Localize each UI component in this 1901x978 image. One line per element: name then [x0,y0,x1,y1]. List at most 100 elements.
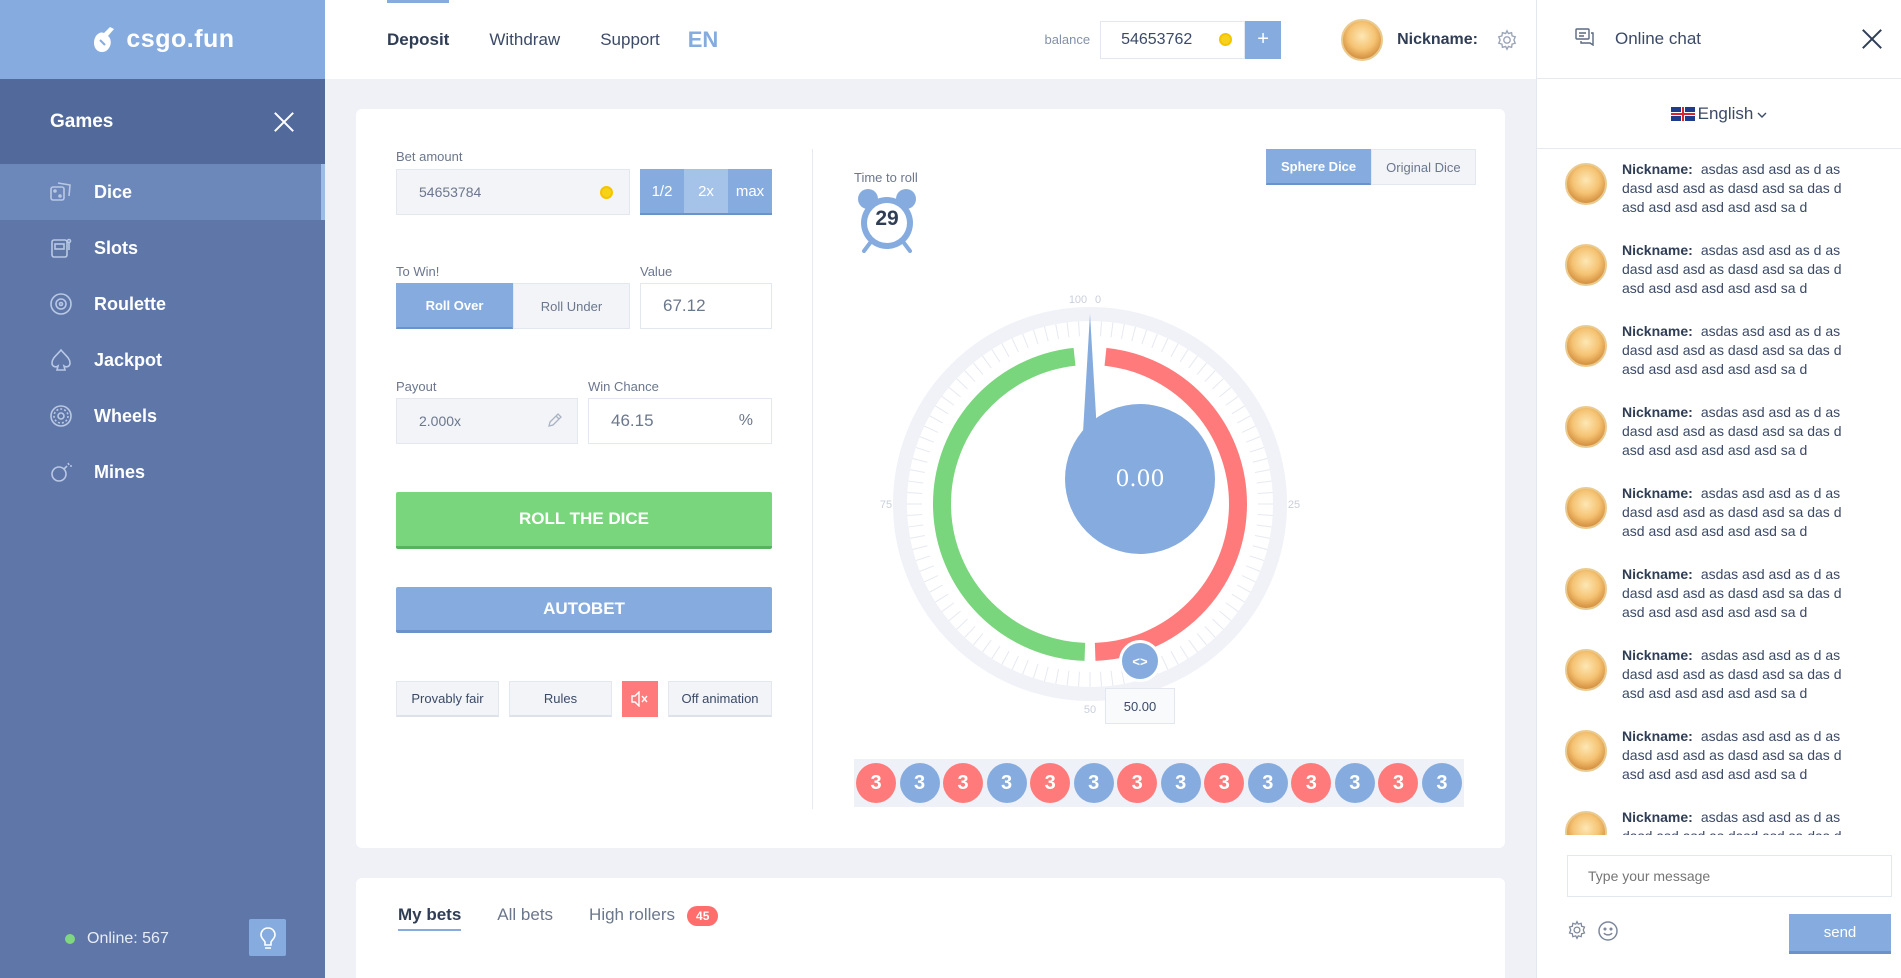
roll-result-display: 0.00 [1065,404,1215,554]
chat-nickname[interactable]: Nickname: [1622,809,1693,825]
sidebar-item-label: Roulette [94,293,166,314]
chat-message: Nickname:asdas asd asd as d as dasd asd … [1565,403,1873,484]
dial-tick [963,369,976,382]
chat-panel: Online chat English Nickname: asdas asd a… [1536,0,1901,978]
online-count: Online: 567 [87,930,169,947]
max-bet-button[interactable]: max [728,169,772,215]
dial-slider-handle[interactable]: <> [1119,640,1161,682]
chat-nickname[interactable]: Nickname: [1622,161,1693,177]
close-chat-icon[interactable] [1861,28,1883,50]
avatar[interactable] [1565,649,1607,691]
sidebar-item-label: Wheels [94,405,158,426]
tab-high-rollers[interactable]: High rollers [589,905,675,931]
tab-my-bets[interactable]: My bets [398,905,462,931]
chat-message-body: Nickname:asdas asd asd as d as dasd asd … [1622,484,1852,565]
chat-message-body: Nickname:asdas asd asd as d as dasd asd … [1622,646,1852,727]
avatar[interactable] [1565,406,1607,448]
dial-tick [1204,369,1217,382]
emoji-smile-icon[interactable] [1597,920,1619,947]
off-animation-button[interactable]: Off animation [668,681,772,717]
avatar[interactable] [1565,487,1607,529]
avatar[interactable] [1341,18,1384,61]
sidebar-item-dice[interactable]: Dice [0,164,325,220]
chat-nickname[interactable]: Nickname: [1622,485,1693,501]
user-nickname[interactable]: Nickname: [1397,31,1478,49]
tab-original-dice[interactable]: Original Dice [1371,149,1476,185]
value-input[interactable]: 67.12 [640,283,772,329]
nav-withdraw[interactable]: Withdraw [489,0,560,79]
history-chip: 3 [1421,763,1462,803]
roll-under-button[interactable]: Roll Under [513,283,630,329]
chat-message-input[interactable] [1567,855,1892,897]
chat-nickname[interactable]: Nickname: [1622,566,1693,582]
dial-tick [1055,323,1060,340]
half-bet-button[interactable]: 1/2 [640,169,684,215]
avatar[interactable] [1565,244,1607,286]
mute-button[interactable] [622,681,658,717]
chat-nickname[interactable]: Nickname: [1622,404,1693,420]
nav-deposit[interactable]: Deposit [387,0,450,79]
dial-tick [963,626,976,639]
sidebar-item-wheels[interactable]: Wheels [0,388,325,444]
dial-tick [906,514,923,517]
logo-icon [94,26,115,52]
lightbulb-button[interactable] [249,919,286,956]
sidebar-item-slots[interactable]: Slots [0,220,325,276]
history-chip: 3 [1030,763,1071,803]
avatar[interactable] [1565,811,1607,835]
dial-tick [1000,650,1010,666]
payout-label: Payout [396,379,437,394]
dial-tick [1011,655,1019,671]
pencil-icon[interactable] [547,412,563,431]
double-bet-button[interactable]: 2x [684,169,728,215]
avatar[interactable] [1565,730,1607,772]
dial-tick [1077,320,1080,337]
win-chance-input[interactable]: 46.15 % [588,398,772,444]
sidebar-item-roulette[interactable]: Roulette [0,276,325,332]
chat-settings-gear-icon[interactable] [1567,920,1587,947]
avatar[interactable] [1565,325,1607,367]
dial-tick [1021,332,1029,348]
dial-tick [923,575,939,583]
chat-nickname[interactable]: Nickname: [1622,647,1693,663]
dial-tick [1241,425,1257,433]
roll-over-button[interactable]: Roll Over [396,283,513,329]
tab-sphere-dice[interactable]: Sphere Dice [1266,149,1372,185]
send-button[interactable]: send [1789,914,1891,954]
bet-amount-input[interactable]: 54653784 [396,169,630,215]
online-status-dot [65,934,75,944]
chat-language-select[interactable]: English [1537,79,1901,149]
avatar[interactable] [1565,568,1607,610]
nav-support[interactable]: Support [600,0,660,79]
close-sidebar-icon[interactable] [273,111,295,133]
chat-message: Nickname:asdas asd asd as d as dasd asd … [1565,241,1873,322]
dial-tick [1231,593,1246,604]
dial-tick [918,565,934,573]
sidebar-item-mines[interactable]: Mines [0,444,325,500]
avatar[interactable] [1565,163,1607,205]
chat-nickname[interactable]: Nickname: [1622,323,1693,339]
dial-tick [1246,565,1262,573]
panel-divider [812,149,813,809]
dial-tick [928,584,944,594]
settings-gear-icon[interactable] [1496,28,1518,51]
chat-message-list: Nickname: asdas asd asd as d as dasd asd … [1537,150,1901,835]
roulette-icon [48,291,74,317]
provably-fair-button[interactable]: Provably fair [396,681,499,717]
logo[interactable]: csgo.fun [0,0,325,79]
roll-the-dice-button[interactable]: ROLL THE DICE [396,492,772,549]
payout-input[interactable]: 2.000x [396,398,578,444]
language-switch[interactable]: EN [688,27,719,53]
sidebar: csgo.fun Games Dice Slots Roulette Jackp… [0,0,325,978]
sidebar-item-jackpot[interactable]: Jackpot [0,332,325,388]
chat-nickname[interactable]: Nickname: [1622,728,1693,744]
tab-all-bets[interactable]: All bets [497,905,553,931]
chat-message-body: Nickname:asdas asd asd as d as dasd asd … [1622,565,1852,646]
add-balance-button[interactable]: + [1245,20,1282,59]
autobet-button[interactable]: AUTOBET [396,587,772,633]
dice-game-panel: Bet amount 54653784 1/2 2x max To Win! R… [356,109,1505,848]
dice-icon [48,179,74,205]
chat-nickname[interactable]: Nickname: [1622,242,1693,258]
online-counter: Online: 567 [65,930,169,948]
rules-button[interactable]: Rules [509,681,612,717]
